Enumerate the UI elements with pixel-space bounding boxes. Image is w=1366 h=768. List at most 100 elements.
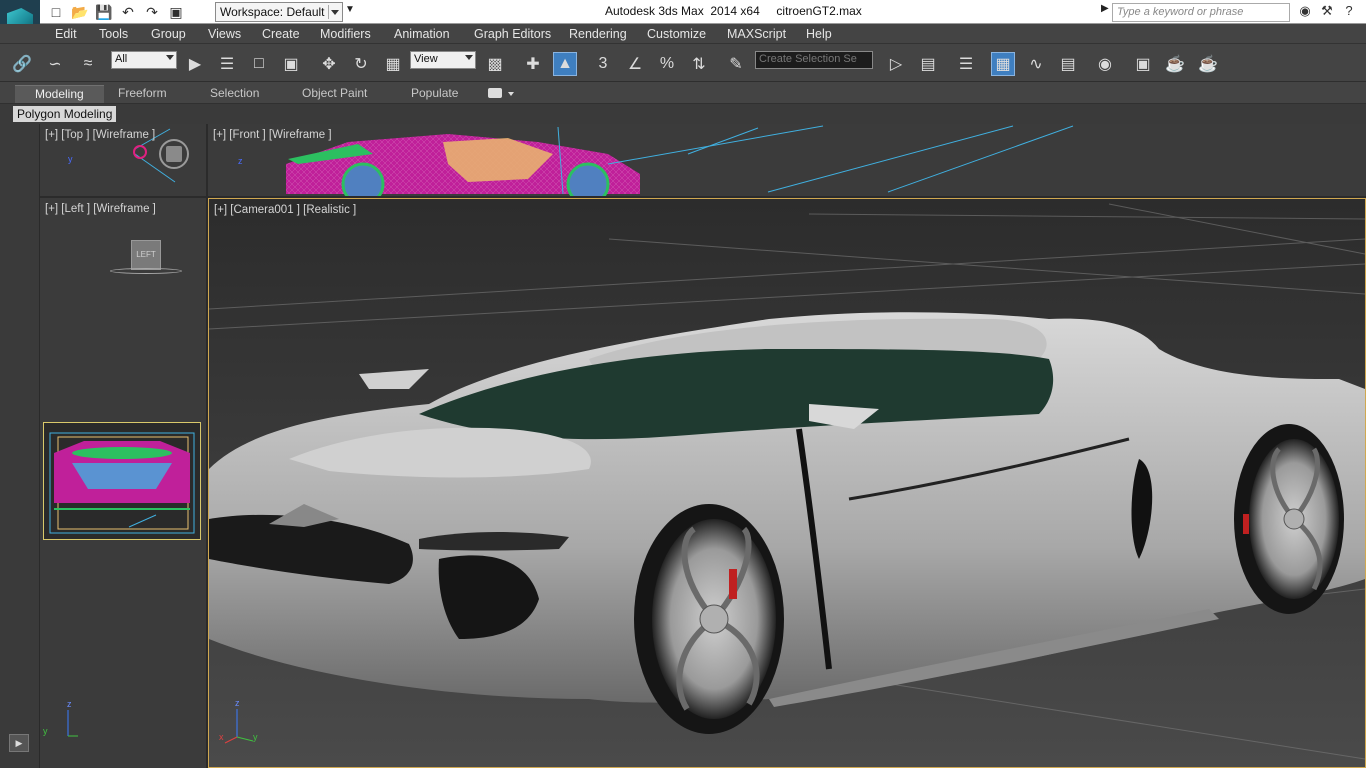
menu-bar: Edit Tools Group Views Create Modifiers … bbox=[0, 24, 1366, 44]
selection-filter-value: All bbox=[115, 53, 128, 65]
tools-icon[interactable]: ⚒ bbox=[1318, 3, 1336, 21]
viewcube-left[interactable]: LEFT bbox=[131, 240, 161, 270]
left-wireframe-preview bbox=[43, 422, 201, 540]
viewport-left[interactable]: [+] [Left ] [Wireframe ] LEFT z y bbox=[40, 198, 206, 768]
axis-z-label: z bbox=[235, 698, 240, 708]
render-setup-icon[interactable]: ▣ bbox=[1131, 52, 1155, 76]
viewport-layout-strip bbox=[0, 124, 40, 768]
snap-value: 3 bbox=[598, 55, 608, 72]
edit-named-selection-icon[interactable]: ✎ bbox=[724, 52, 748, 76]
menu-help[interactable]: Help bbox=[806, 27, 832, 41]
reference-coordinate-dropdown[interactable]: View bbox=[410, 51, 476, 69]
left-wireframe-scene bbox=[49, 432, 195, 534]
menu-tools[interactable]: Tools bbox=[99, 27, 128, 41]
menu-modifiers[interactable]: Modifiers bbox=[320, 27, 371, 41]
main-toolbar: 🔗 ∽ ≈ All ▶ ☰ □ ▣ ✥ ↻ ▦ View ▩ ✚ ▲ 3 ∠ %… bbox=[0, 44, 1366, 82]
select-and-scale-icon[interactable]: ▦ bbox=[381, 52, 405, 76]
viewport-camera[interactable]: [+] [Camera001 ] [Realistic ] z x y bbox=[208, 198, 1366, 768]
select-and-rotate-icon[interactable]: ↻ bbox=[349, 52, 373, 76]
material-editor-icon[interactable]: ◉ bbox=[1093, 52, 1117, 76]
title-bar: □ 📂 💾 ↶ ↷ ▣ Workspace: Default ▼ Autodes… bbox=[0, 0, 1366, 24]
ribbon-tabs: Modeling Freeform Selection Object Paint… bbox=[0, 82, 1366, 104]
menu-customize[interactable]: Customize bbox=[647, 27, 706, 41]
axis-z-label: z bbox=[67, 699, 72, 709]
viewport-front-label[interactable]: [+] [Front ] [Wireframe ] bbox=[213, 129, 332, 141]
spinner-snap-icon[interactable]: ⇅ bbox=[687, 52, 711, 76]
select-and-link-icon[interactable]: 🔗 bbox=[10, 52, 34, 76]
front-wireframe-scene bbox=[286, 125, 1074, 196]
tab-modeling[interactable]: Modeling bbox=[15, 85, 104, 103]
viewport-top[interactable]: [+] [Top ] [Wireframe ] y bbox=[40, 124, 206, 196]
viewport-top-label[interactable]: [+] [Top ] [Wireframe ] bbox=[45, 129, 155, 141]
search-input[interactable]: Type a keyword or phrase bbox=[1112, 3, 1290, 22]
unlink-icon[interactable]: ∽ bbox=[43, 52, 67, 76]
window-crossing-icon[interactable]: ▣ bbox=[279, 52, 303, 76]
bind-space-warp-icon[interactable]: ≈ bbox=[76, 52, 100, 76]
viewcube-ring[interactable] bbox=[110, 268, 182, 274]
ribbon-options-icon[interactable] bbox=[488, 88, 502, 98]
polygon-modeling-panel[interactable]: Polygon Modeling bbox=[13, 106, 117, 122]
menu-graph-editors[interactable]: Graph Editors bbox=[474, 27, 551, 41]
align-icon[interactable]: ▤ bbox=[916, 52, 940, 76]
axis-z-label: z bbox=[238, 156, 243, 166]
percent-snap-icon[interactable]: % bbox=[655, 52, 679, 76]
project-folder-icon[interactable]: ▣ bbox=[166, 2, 186, 22]
keyboard-shortcut-override-icon[interactable]: ▲ bbox=[553, 52, 577, 76]
help-icon[interactable]: ? bbox=[1340, 3, 1358, 21]
axis-y-label: y bbox=[68, 154, 73, 164]
snaps-toggle-icon[interactable]: 3 bbox=[591, 52, 615, 76]
car-render bbox=[209, 199, 1365, 767]
save-file-icon[interactable]: 💾 bbox=[94, 2, 114, 22]
menu-group[interactable]: Group bbox=[151, 27, 186, 41]
menu-views[interactable]: Views bbox=[208, 27, 241, 41]
viewport-camera-label[interactable]: [+] [Camera001 ] [Realistic ] bbox=[214, 204, 356, 216]
menu-rendering[interactable]: Rendering bbox=[569, 27, 627, 41]
mirror-icon[interactable]: ▷ bbox=[884, 52, 908, 76]
curve-editor-icon[interactable]: ∿ bbox=[1024, 52, 1048, 76]
workspace-label: Workspace: Default bbox=[220, 5, 325, 19]
menu-animation[interactable]: Animation bbox=[394, 27, 450, 41]
chevron-down-icon bbox=[465, 55, 473, 60]
quick-access-toolbar: □ 📂 💾 ↶ ↷ ▣ bbox=[46, 2, 186, 22]
open-file-icon[interactable]: 📂 bbox=[70, 2, 90, 22]
viewport-left-label[interactable]: [+] [Left ] [Wireframe ] bbox=[45, 203, 156, 215]
redo-icon[interactable]: ↷ bbox=[142, 2, 162, 22]
ribbon-panel-bar: Polygon Modeling bbox=[0, 104, 1366, 124]
undo-icon[interactable]: ↶ bbox=[118, 2, 138, 22]
chevron-down-icon bbox=[328, 5, 340, 19]
named-selection-set-input[interactable]: Create Selection Se bbox=[755, 51, 873, 69]
graphite-modeling-tools-icon[interactable]: ▦ bbox=[991, 52, 1015, 76]
named-selection-placeholder: Create Selection Se bbox=[759, 53, 857, 65]
new-file-icon[interactable]: □ bbox=[46, 2, 66, 22]
tab-object-paint[interactable]: Object Paint bbox=[302, 86, 367, 100]
axis-y-label: y bbox=[253, 732, 258, 742]
select-object-icon[interactable]: ▶ bbox=[183, 52, 207, 76]
viewport-front[interactable]: [+] [Front ] [Wireframe ] z bbox=[208, 124, 1366, 196]
selection-filter-dropdown[interactable]: All bbox=[111, 51, 177, 69]
menu-edit[interactable]: Edit bbox=[55, 27, 77, 41]
menu-maxscript[interactable]: MAXScript bbox=[727, 27, 786, 41]
tab-selection[interactable]: Selection bbox=[210, 86, 259, 100]
axis-y-label: y bbox=[43, 726, 48, 736]
tab-freeform[interactable]: Freeform bbox=[118, 86, 167, 100]
axis-gizmo-left bbox=[67, 710, 78, 737]
select-and-move-icon[interactable]: ✥ bbox=[317, 52, 341, 76]
window-title: Autodesk 3ds Max 2014 x64 citroenGT2.max bbox=[605, 4, 862, 18]
axis-x-label: x bbox=[219, 732, 224, 742]
chevron-down-icon[interactable] bbox=[508, 92, 514, 96]
angle-snap-icon[interactable]: ∠ bbox=[623, 52, 647, 76]
render-production-icon[interactable]: ☕ bbox=[1196, 52, 1220, 76]
binoculars-icon[interactable]: ◉ bbox=[1296, 3, 1314, 21]
rectangular-selection-icon[interactable]: □ bbox=[247, 52, 271, 76]
tab-populate[interactable]: Populate bbox=[411, 86, 458, 100]
workspace-menu-arrow-icon[interactable]: ▼ bbox=[345, 4, 357, 20]
workspace-dropdown[interactable]: Workspace: Default bbox=[215, 2, 343, 22]
select-by-name-icon[interactable]: ☰ bbox=[215, 52, 239, 76]
schematic-view-icon[interactable]: ▤ bbox=[1056, 52, 1080, 76]
pivot-center-icon[interactable]: ▩ bbox=[483, 52, 507, 76]
rendered-frame-window-icon[interactable]: ☕ bbox=[1163, 52, 1187, 76]
menu-create[interactable]: Create bbox=[262, 27, 300, 41]
layer-manager-icon[interactable]: ☰ bbox=[954, 52, 978, 76]
expand-layout-icon[interactable]: ▶ bbox=[9, 734, 29, 752]
select-and-manipulate-icon[interactable]: ✚ bbox=[521, 52, 545, 76]
